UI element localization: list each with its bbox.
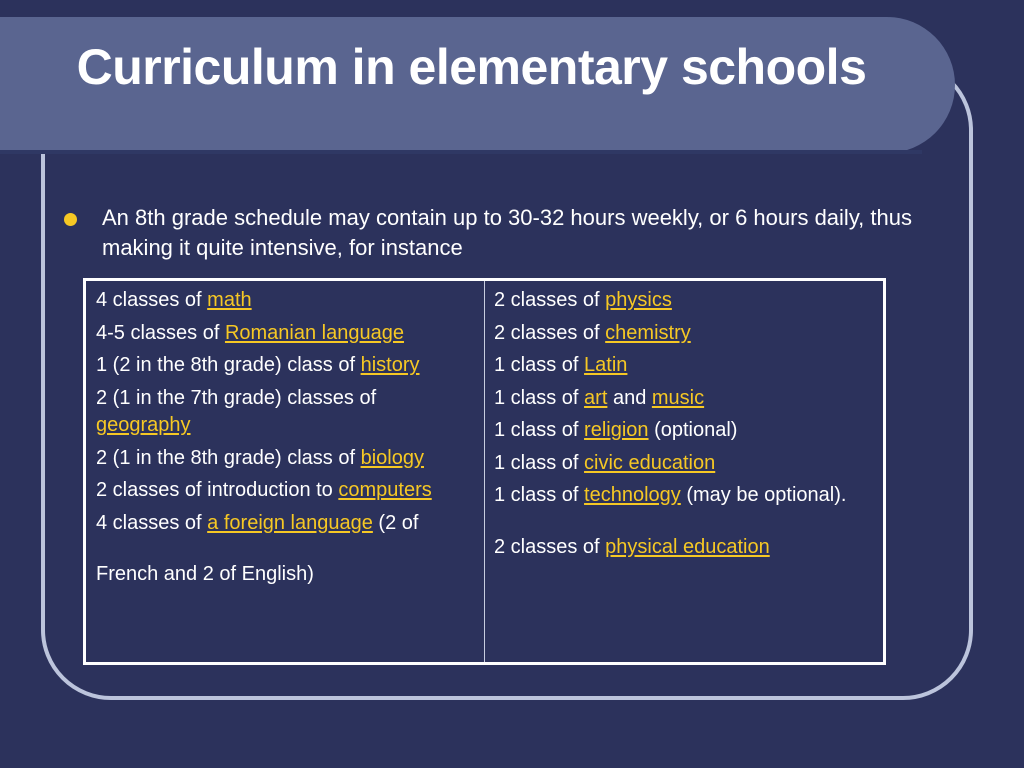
- table-row: 2 classes of introduction to computers: [96, 477, 474, 505]
- subject-link-civic-education[interactable]: civic education: [584, 452, 715, 474]
- table-row: 2 classes of physics: [494, 287, 873, 315]
- row-text: 1 (2 in the 8th grade) class of: [96, 354, 361, 376]
- table-row: 1 class of Latin: [494, 352, 873, 380]
- table-row: French and 2 of English): [96, 561, 474, 589]
- table-row: 1 class of civic education: [494, 450, 873, 478]
- subject-link-physics[interactable]: physics: [605, 289, 672, 311]
- table-row: 4-5 classes of Romanian language: [96, 320, 474, 348]
- row-text: (optional): [648, 419, 738, 441]
- row-text: 1 class of: [494, 451, 585, 474]
- table-row: 1 class of religion (optional): [494, 417, 873, 445]
- title-band: Curriculum in elementary schools: [0, 17, 955, 154]
- table-row: 2 classes of physical education: [494, 534, 873, 562]
- subject-link-technology[interactable]: technology: [584, 484, 681, 506]
- row-text: 2 classes of introduction to: [96, 479, 339, 501]
- subject-link-history[interactable]: history: [361, 354, 420, 376]
- row-text: 4 classes of: [96, 511, 208, 534]
- row-text: and: [607, 386, 652, 409]
- row-text: 1 class of: [494, 354, 585, 376]
- table-row: 2 classes of chemistry: [494, 320, 873, 348]
- title-divider: [0, 150, 922, 154]
- table-row: 2 (1 in the 8th grade) class of biology: [96, 445, 474, 473]
- row-text: (2 of: [372, 511, 419, 534]
- row-text: 1 class of: [494, 386, 585, 409]
- subject-link-computers[interactable]: computers: [338, 479, 431, 501]
- row-text: 1 class of: [494, 419, 585, 441]
- table-column-left: 4 classes of math 4-5 classes of Romania…: [86, 281, 485, 662]
- subject-link-geography[interactable]: geography: [96, 414, 191, 436]
- subject-link-romanian-language[interactable]: Romanian language: [225, 322, 404, 344]
- row-text: 1 class of: [494, 484, 585, 506]
- row-text: French and 2 of English): [96, 563, 314, 585]
- row-text: 4-5 classes of: [96, 321, 225, 344]
- subject-link-physical-education[interactable]: physical education: [605, 536, 770, 558]
- curriculum-table: 4 classes of math 4-5 classes of Romania…: [83, 278, 886, 665]
- row-text: 2 classes of: [494, 321, 606, 344]
- subject-link-biology[interactable]: biology: [361, 447, 424, 469]
- row-text: 2 classes of: [494, 289, 606, 311]
- table-row: 4 classes of math: [96, 287, 474, 315]
- row-text: 4 classes of: [96, 289, 208, 311]
- table-row: 4 classes of a foreign language (2 of: [96, 510, 474, 538]
- row-text: 2 classes of: [494, 535, 606, 558]
- subject-link-foreign-language[interactable]: a foreign language: [207, 512, 373, 534]
- table-row: 2 (1 in the 7th grade) classes of geogra…: [96, 385, 474, 440]
- table-row: 1 class of art and music: [494, 385, 873, 413]
- subject-link-chemistry[interactable]: chemistry: [605, 322, 691, 344]
- subject-link-latin[interactable]: Latin: [584, 354, 627, 376]
- bullet-text: An 8th grade schedule may contain up to …: [102, 205, 912, 260]
- table-row: 1 (2 in the 8th grade) class of history: [96, 352, 474, 380]
- slide-title: Curriculum in elementary schools: [76, 39, 867, 95]
- subject-link-religion[interactable]: religion: [584, 419, 648, 441]
- table-row: 1 class of technology (may be optional).: [494, 482, 873, 510]
- row-text: (may be optional).: [680, 484, 847, 506]
- row-text: 2 (1 in the 8th grade) class of: [96, 446, 361, 469]
- subject-link-math[interactable]: math: [207, 289, 251, 311]
- subject-link-music[interactable]: music: [652, 387, 704, 409]
- row-text: 2 (1 in the 7th grade) classes of: [96, 386, 377, 409]
- subject-link-art[interactable]: art: [584, 387, 607, 409]
- bullet-dot-icon: [64, 213, 77, 226]
- table-column-right: 2 classes of physics 2 classes of chemis…: [485, 281, 883, 662]
